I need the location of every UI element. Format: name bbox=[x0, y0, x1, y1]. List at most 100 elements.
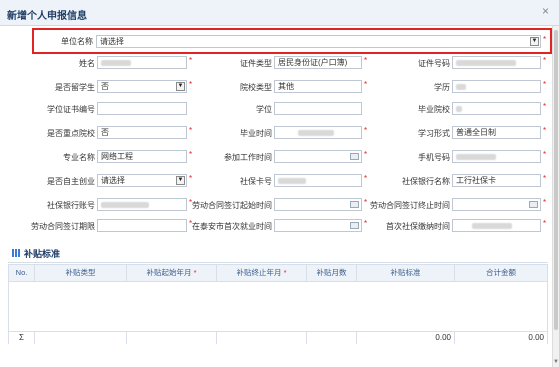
blurred-value bbox=[456, 105, 462, 112]
ss-bank-field[interactable]: 工行社保卡 bbox=[452, 174, 541, 187]
first-ss-label: 首次社保缴纳时间 bbox=[386, 222, 450, 231]
summary-row: Σ 0.00 0.00 bbox=[9, 331, 547, 344]
major-value: 网络工程 bbox=[101, 152, 133, 161]
calendar-icon[interactable] bbox=[350, 222, 359, 229]
major-label: 专业名称 bbox=[63, 153, 95, 162]
first-job-label: 在泰安市首次就业时间 bbox=[192, 222, 272, 231]
grad-time-field[interactable] bbox=[274, 126, 362, 139]
column-header-label: 补贴标准 bbox=[390, 268, 421, 277]
grad-school-field[interactable] bbox=[452, 102, 541, 115]
degree-field[interactable] bbox=[274, 102, 362, 115]
degree-label: 学位 bbox=[256, 105, 272, 114]
self-emp-label: 是否自主创业 bbox=[47, 177, 95, 186]
required-mark: * bbox=[364, 56, 368, 65]
edu-label: 学历 bbox=[434, 83, 450, 92]
summary-symbol: Σ bbox=[9, 332, 35, 344]
contract-end-label: 劳动合同签订终止时间 bbox=[370, 201, 450, 210]
name-field[interactable] bbox=[97, 56, 187, 69]
work-start-label: 参加工作时间 bbox=[224, 153, 272, 162]
column-header-standard[interactable]: 补贴标准 bbox=[357, 265, 455, 281]
blurred-value bbox=[278, 177, 306, 184]
contract-term-field[interactable] bbox=[97, 219, 187, 232]
blurred-value bbox=[456, 59, 516, 66]
column-header-months[interactable]: 补贴月数 bbox=[307, 265, 357, 281]
study-form-label: 学习形式 bbox=[418, 129, 450, 138]
column-header-label: 补贴类型 bbox=[65, 268, 96, 277]
required-mark: * bbox=[543, 150, 547, 159]
ss-bank-label: 社保银行名称 bbox=[402, 177, 450, 186]
calendar-icon[interactable] bbox=[350, 201, 359, 208]
contract-term-label: 劳动合同签订期限 bbox=[31, 222, 95, 231]
required-mark: * bbox=[189, 126, 193, 135]
ss-account-field[interactable] bbox=[97, 198, 187, 211]
calendar-icon[interactable] bbox=[529, 201, 538, 208]
column-header-no[interactable]: No. bbox=[9, 265, 35, 281]
section-title: 补贴标准 bbox=[24, 249, 61, 259]
required-mark: * bbox=[364, 219, 368, 228]
grid-icon bbox=[12, 249, 20, 257]
chevron-down-icon[interactable]: ▼ bbox=[176, 176, 185, 185]
grad-time-label: 毕业时间 bbox=[240, 129, 272, 138]
id-no-field[interactable] bbox=[452, 56, 541, 69]
returnee-label: 是否留学生 bbox=[55, 83, 95, 92]
summary-cell bbox=[217, 332, 307, 344]
summary-cell bbox=[35, 332, 127, 344]
required-mark: * bbox=[543, 219, 547, 228]
vertical-scrollbar[interactable]: ▼ bbox=[552, 26, 559, 367]
calendar-icon[interactable] bbox=[350, 153, 359, 160]
required-mark: * bbox=[543, 174, 547, 183]
required-mark: * bbox=[364, 80, 368, 89]
contract-start-field[interactable] bbox=[274, 198, 362, 211]
contract-end-field[interactable] bbox=[452, 198, 541, 211]
id-type-value: 居民身份证(户口簿) bbox=[278, 58, 348, 67]
first-ss-field[interactable] bbox=[452, 219, 541, 232]
returnee-value: 否 bbox=[101, 82, 109, 91]
ss-card-field[interactable] bbox=[274, 174, 362, 187]
degree-no-field[interactable] bbox=[97, 102, 187, 115]
column-header-end[interactable]: 补贴终止年月 * bbox=[217, 265, 307, 281]
work-start-field[interactable] bbox=[274, 150, 362, 163]
first-job-field[interactable] bbox=[274, 219, 362, 232]
required-mark: * bbox=[189, 174, 193, 183]
self-emp-select[interactable]: 请选择 ▼ bbox=[97, 174, 187, 187]
phone-label: 手机号码 bbox=[418, 153, 450, 162]
key-school-field[interactable]: 否 bbox=[97, 126, 187, 139]
column-header-total[interactable]: 合计金额 bbox=[455, 265, 547, 281]
phone-field[interactable] bbox=[452, 150, 541, 163]
chevron-down-icon[interactable]: ▼ bbox=[176, 82, 185, 91]
summary-total: 0.00 bbox=[528, 333, 544, 342]
dialog-titlebar: 新增个人申报信息 × bbox=[0, 0, 559, 26]
column-header-label: 补贴终止年月 bbox=[236, 268, 282, 277]
required-mark: * bbox=[543, 80, 547, 89]
blurred-value bbox=[298, 129, 334, 136]
edu-field[interactable] bbox=[452, 80, 541, 93]
required-mark: * bbox=[543, 198, 547, 207]
id-no-label: 证件号码 bbox=[418, 59, 450, 68]
ss-account-label: 社保银行账号 bbox=[47, 201, 95, 210]
study-form-field[interactable]: 普通全日制 bbox=[452, 126, 541, 139]
blurred-value bbox=[101, 201, 149, 208]
id-type-label: 证件类型 bbox=[240, 59, 272, 68]
column-header-type[interactable]: 补贴类型 bbox=[35, 265, 127, 281]
school-type-field[interactable]: 其他 bbox=[274, 80, 362, 93]
major-field[interactable]: 网络工程 bbox=[97, 150, 187, 163]
name-label: 姓名 bbox=[79, 59, 95, 68]
column-header-label: 补贴月数 bbox=[316, 268, 347, 277]
scroll-down-arrow-icon[interactable]: ▼ bbox=[553, 359, 559, 365]
required-mark: * bbox=[193, 268, 197, 277]
subsidy-grid: No. 补贴类型 补贴起始年月 * 补贴终止年月 * 补贴月数 补贴标准 合计金… bbox=[8, 264, 548, 344]
id-type-field[interactable]: 居民身份证(户口簿) bbox=[274, 56, 362, 69]
blurred-value bbox=[456, 153, 496, 160]
school-type-value: 其他 bbox=[278, 82, 294, 91]
scroll-thumb[interactable] bbox=[554, 30, 558, 330]
required-mark: * bbox=[189, 150, 193, 159]
required-mark: * bbox=[189, 56, 193, 65]
close-icon[interactable]: × bbox=[542, 5, 549, 17]
column-header-label: 合计金额 bbox=[486, 268, 516, 277]
column-header-start[interactable]: 补贴起始年月 * bbox=[127, 265, 217, 281]
required-mark: * bbox=[364, 174, 368, 183]
returnee-select[interactable]: 否 ▼ bbox=[97, 80, 187, 93]
contract-start-label: 劳动合同签订起始时间 bbox=[192, 201, 272, 210]
summary-cell bbox=[307, 332, 357, 344]
ss-bank-value: 工行社保卡 bbox=[456, 176, 496, 185]
